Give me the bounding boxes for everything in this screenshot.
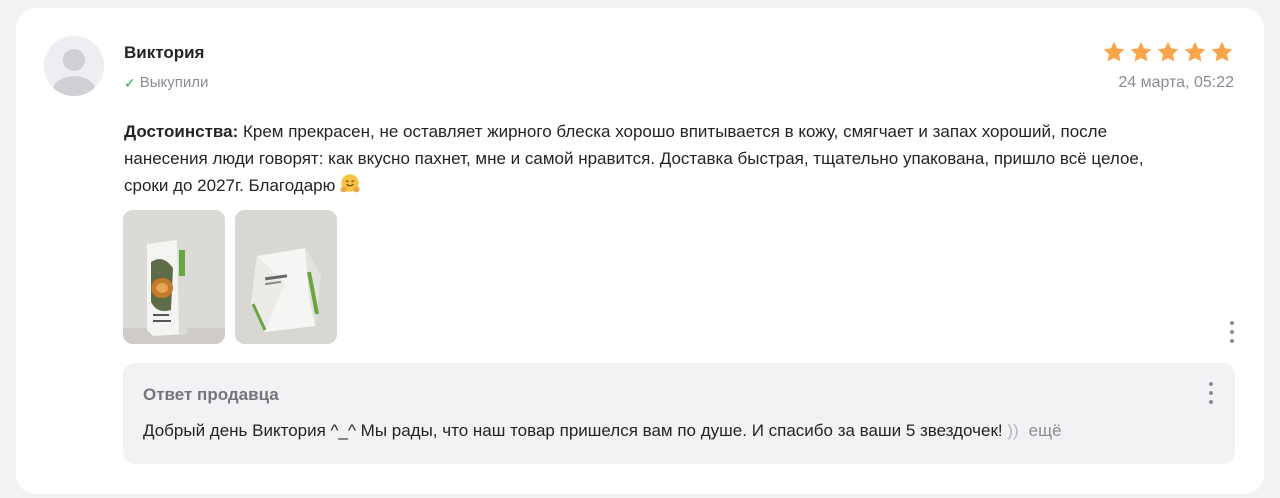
avatar bbox=[44, 36, 104, 96]
show-more-link[interactable]: ещё bbox=[1029, 421, 1062, 440]
review-card: Виктория ✓ Выкупили 24 марта, 05:22 Дост… bbox=[16, 8, 1264, 494]
hugging-face-emoji bbox=[340, 174, 361, 193]
reply-more-vertical-icon[interactable] bbox=[1203, 379, 1219, 407]
review-date: 24 марта, 05:22 bbox=[1118, 74, 1234, 91]
verified-label: Выкупили bbox=[139, 74, 209, 91]
rating-stars bbox=[1102, 40, 1234, 64]
seller-reply-title: Ответ продавца bbox=[143, 385, 279, 404]
product-box-photo bbox=[123, 210, 225, 344]
star-icon bbox=[1211, 41, 1233, 62]
star-icon bbox=[1157, 41, 1179, 62]
seller-reply-faded: )) bbox=[1007, 421, 1019, 440]
product-box-bottom-photo bbox=[235, 210, 337, 344]
review-photos bbox=[123, 210, 337, 344]
pros-label: Достоинства: bbox=[124, 122, 239, 141]
review-photo[interactable] bbox=[235, 210, 337, 344]
check-icon: ✓ bbox=[124, 74, 136, 91]
verified-purchase-badge: ✓ Выкупили bbox=[124, 74, 208, 91]
seller-reply: Ответ продавца Добрый день Виктория ^_^ … bbox=[123, 363, 1235, 464]
star-icon bbox=[1184, 41, 1206, 62]
seller-reply-body: Добрый день Виктория ^_^ Мы рады, что на… bbox=[143, 421, 1008, 440]
user-placeholder-icon bbox=[44, 36, 104, 96]
more-vertical-icon[interactable] bbox=[1224, 318, 1240, 346]
review-text: Достоинства: Крем прекрасен, не оставляе… bbox=[124, 118, 1174, 199]
seller-reply-text: Добрый день Виктория ^_^ Мы рады, что на… bbox=[143, 421, 1062, 441]
pros-text: Крем прекрасен, не оставляет жирного бле… bbox=[124, 122, 1144, 195]
review-photo[interactable] bbox=[123, 210, 225, 344]
star-icon bbox=[1103, 41, 1125, 62]
star-icon bbox=[1130, 41, 1152, 62]
review-author: Виктория bbox=[124, 43, 205, 62]
